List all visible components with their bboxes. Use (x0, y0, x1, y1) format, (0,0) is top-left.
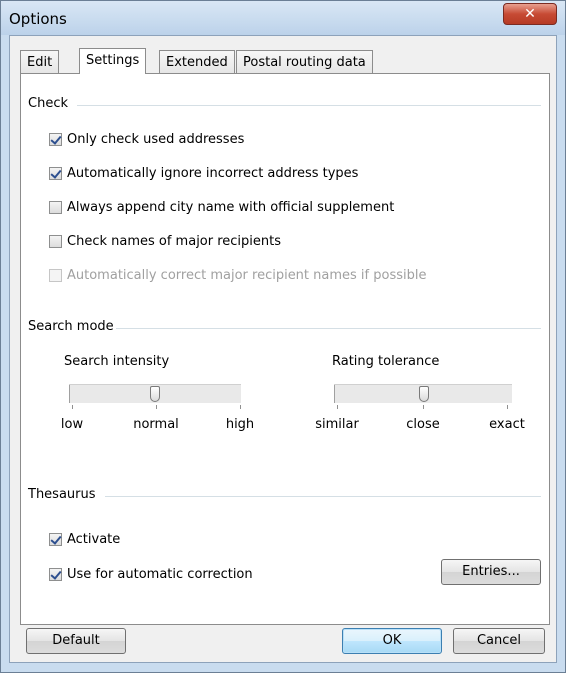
slider-tick (240, 405, 241, 409)
tick-label-high: high (225, 417, 255, 432)
settings-tab-panel: Check Only check used addresses Automati… (20, 73, 550, 625)
rating-tolerance-slider[interactable] (334, 384, 512, 403)
check-group-divider (77, 105, 541, 106)
default-button[interactable]: Default (26, 628, 126, 654)
slider-tick (337, 405, 338, 409)
tick-label-exact: exact (489, 417, 525, 432)
checkbox-checked-icon (49, 568, 62, 581)
rating-tolerance-thumb[interactable] (419, 386, 429, 402)
check-group-label: Check (28, 96, 68, 111)
entries-button[interactable]: Entries... (441, 559, 541, 585)
checkbox-label: Always append city name with official su… (67, 200, 395, 215)
use-for-automatic-correction-checkbox[interactable]: Use for automatic correction (49, 567, 253, 582)
checkbox-label: Automatically ignore incorrect address t… (67, 166, 359, 181)
checkbox-checked-icon (49, 167, 62, 180)
checkbox-label: Use for automatic correction (67, 567, 253, 582)
close-icon: ✕ (524, 6, 536, 22)
check-major-recipients-checkbox[interactable]: Check names of major recipients (49, 234, 281, 249)
append-city-name-checkbox[interactable]: Always append city name with official su… (49, 200, 394, 215)
slider-tick (507, 405, 508, 409)
tab-postal-routing-data[interactable]: Postal routing data (236, 50, 373, 74)
search-mode-group-label: Search mode (28, 319, 114, 334)
checkbox-checked-icon (49, 533, 62, 546)
checkbox-unchecked-icon (49, 235, 62, 248)
checkbox-label: Automatically correct major recipient na… (67, 268, 427, 283)
tick-label-close: close (406, 417, 440, 432)
search-mode-group-divider (116, 328, 541, 329)
ok-button[interactable]: OK (342, 628, 442, 654)
cancel-button[interactable]: Cancel (453, 628, 545, 654)
checkbox-unchecked-icon (49, 201, 62, 214)
auto-correct-major-recipients-checkbox: Automatically correct major recipient na… (49, 268, 426, 283)
search-intensity-slider[interactable] (69, 384, 241, 403)
slider-tick (72, 405, 73, 409)
only-check-used-addresses-checkbox[interactable]: Only check used addresses (49, 132, 244, 147)
thesaurus-group-divider (105, 496, 541, 497)
tick-label-normal: normal (133, 417, 179, 432)
slider-tick (156, 405, 157, 409)
window-title: Options (9, 10, 67, 28)
slider-endcap (334, 385, 335, 403)
tick-label-similar: similar (315, 417, 359, 432)
title-bar[interactable]: Options ✕ (1, 1, 565, 35)
checkbox-label: Check names of major recipients (67, 234, 282, 249)
tab-settings[interactable]: Settings (79, 48, 147, 74)
slider-tick (423, 405, 424, 409)
close-button[interactable]: ✕ (503, 3, 557, 25)
dialog-client-area: Edit Settings Extended Postal routing da… (9, 35, 557, 663)
search-intensity-thumb[interactable] (150, 386, 160, 402)
checkbox-label: Activate (67, 532, 121, 547)
activate-thesaurus-checkbox[interactable]: Activate (49, 532, 120, 547)
checkbox-disabled-icon (49, 269, 62, 282)
checkbox-checked-icon (49, 133, 62, 146)
tab-extended[interactable]: Extended (159, 50, 235, 74)
tick-label-low: low (60, 417, 84, 432)
tab-edit[interactable]: Edit (20, 50, 60, 74)
thesaurus-group-label: Thesaurus (28, 487, 96, 502)
slider-endcap (69, 385, 70, 403)
rating-tolerance-label: Rating tolerance (332, 354, 440, 369)
ignore-incorrect-address-types-checkbox[interactable]: Automatically ignore incorrect address t… (49, 166, 358, 181)
checkbox-label: Only check used addresses (67, 132, 245, 147)
search-intensity-label: Search intensity (64, 354, 170, 369)
options-dialog: Options ✕ Edit Settings Extended Postal … (0, 0, 566, 673)
